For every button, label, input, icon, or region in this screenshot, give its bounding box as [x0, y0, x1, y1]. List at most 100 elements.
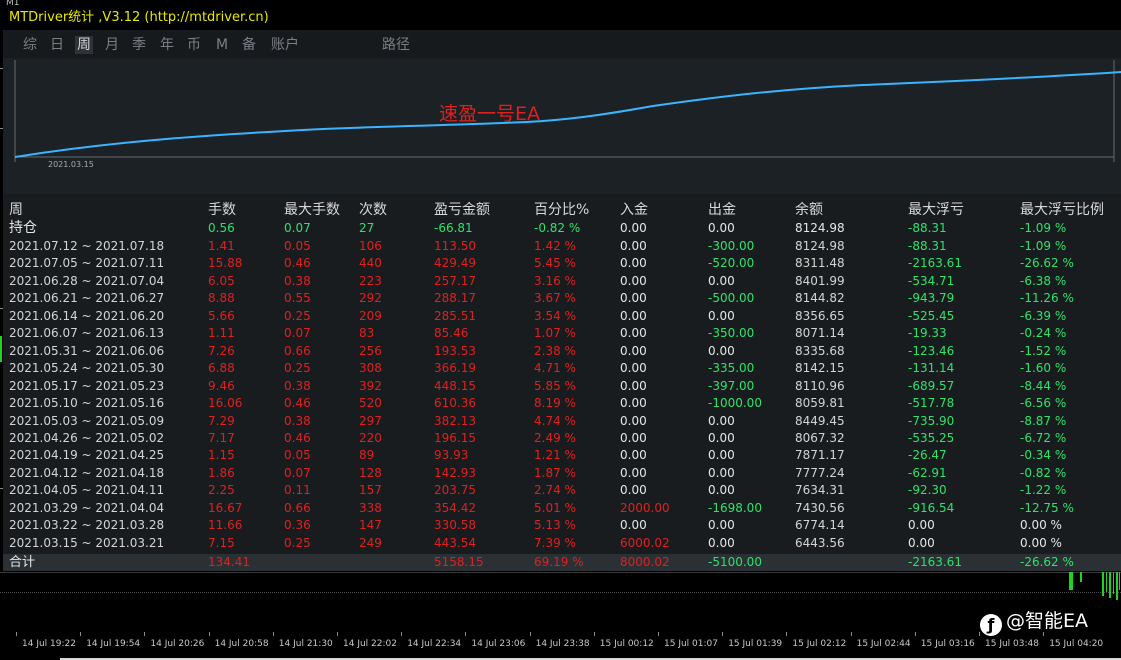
nav-tab[interactable]: 币 [187, 36, 201, 54]
table-cell: -123.46 [908, 343, 955, 358]
table-cell: 0.05 [284, 239, 311, 253]
nav-tab[interactable]: 日 [50, 36, 64, 54]
table-cell: 0.00 [620, 273, 647, 288]
table-cell: 8067.32 [795, 430, 845, 445]
table-row[interactable]: 2021.07.05 ~ 2021.07.11 15.88 0.46 440 429.4… [3, 255, 1121, 272]
indicator-bar [1119, 572, 1120, 590]
table-cell: -26.62 % [1020, 555, 1074, 570]
table-cell: 0.00 [620, 256, 647, 271]
nav-tab[interactable]: 年 [160, 36, 174, 54]
table-header-cell[interactable]: 入金 [620, 202, 648, 219]
table-cell: 2021.03.22 ~ 2021.03.28 [9, 518, 165, 533]
time-tick [401, 632, 403, 636]
table-cell: 134.41 [208, 555, 250, 570]
table-row[interactable]: 2021.05.10 ~ 2021.05.16 16.06 0.46 520 610.3… [3, 395, 1121, 412]
table-cell: -88.31 [908, 239, 947, 253]
table-cell: 2.38 % [534, 343, 576, 358]
table-cell: 4.74 % [534, 413, 576, 428]
table-cell: 7.39 % [534, 535, 576, 550]
table-cell: -62.91 [908, 465, 947, 480]
table-cell: 8311.48 [795, 256, 845, 271]
table-cell: 1.86 [208, 465, 235, 480]
table-cell: 338 [359, 500, 382, 515]
table-cell: 8144.82 [795, 291, 845, 306]
table-header-cell[interactable]: 最大浮亏 [908, 202, 964, 219]
table-cell: 2.25 [208, 483, 235, 498]
equity-chart: 速盈一号EA 2021.03.15 [3, 58, 1121, 194]
table-header-cell[interactable]: 最大手数 [284, 202, 340, 219]
table-cell: 16.67 [208, 500, 243, 515]
table-cell: 0.00 [620, 343, 647, 358]
table-row[interactable]: 2021.04.05 ~ 2021.04.11 2.25 0.11 157 203.75… [3, 482, 1121, 499]
time-tick [658, 632, 659, 636]
time-label: 15 Jul 00:12 [599, 639, 654, 649]
nav-tab[interactable]: 综 [23, 36, 37, 54]
table-cell: 520 [359, 396, 382, 411]
table-cell: 0.00 [708, 535, 735, 550]
table-header-cell[interactable]: 手数 [208, 202, 236, 219]
stats-table: 周 手数 最大手数 次数 盈亏金额 百分比% 入金 出金 余额 最大浮亏 最大浮亏比例 持仓 0.56 0… [3, 194, 1121, 572]
table-cell: 0.00 % [1020, 535, 1062, 550]
nav-tab[interactable]: 备 [242, 36, 256, 54]
table-cell: 2021.05.03 ~ 2021.05.09 [9, 413, 165, 428]
table-row[interactable]: 2021.04.12 ~ 2021.04.18 1.86 0.07 128 142.93… [3, 465, 1121, 482]
table-row[interactable]: 2021.06.21 ~ 2021.06.27 8.88 0.55 292 288.17… [3, 290, 1121, 307]
table-cell: -1.22 % [1020, 483, 1067, 498]
table-cell: 2021.04.19 ~ 2021.04.25 [9, 448, 165, 463]
table-cell: 3.54 % [534, 308, 576, 323]
indicator-bar [1113, 572, 1114, 594]
table-row[interactable]: 2021.05.17 ~ 2021.05.23 9.46 0.38 392 448.15… [3, 378, 1121, 395]
table-row[interactable]: 2021.04.19 ~ 2021.04.25 1.15 0.05 89 93.93 1.… [3, 447, 1121, 464]
table-cell: 5.66 [208, 308, 235, 323]
table-cell: 0.00 [620, 413, 647, 428]
nav-tab[interactable]: 路径 [382, 36, 410, 54]
table-row[interactable]: 2021.05.24 ~ 2021.05.30 6.88 0.25 308 366.19… [3, 360, 1121, 377]
table-cell: 0.25 [284, 361, 311, 376]
table-row[interactable]: 2021.03.15 ~ 2021.03.21 7.15 0.25 249 443.54… [3, 535, 1121, 552]
table-row[interactable]: 2021.03.29 ~ 2021.04.04 16.67 0.66 338 354.4… [3, 500, 1121, 517]
table-row[interactable]: 2021.04.26 ~ 2021.05.02 7.17 0.46 220 196.15… [3, 430, 1121, 447]
table-row[interactable]: 2021.06.28 ~ 2021.07.04 6.05 0.38 223 257.17… [3, 273, 1121, 290]
time-tick [850, 632, 852, 636]
time-tick [914, 632, 916, 636]
table-row[interactable]: 2021.05.03 ~ 2021.05.09 7.29 0.38 297 382.13… [3, 413, 1121, 430]
nav-tab[interactable]: 月 [105, 36, 119, 54]
table-cell: -2163.61 [908, 555, 962, 570]
table-header-cell[interactable]: 余额 [795, 202, 823, 219]
table-cell: 8110.96 [795, 378, 845, 393]
table-cell: 193.53 [434, 343, 476, 358]
table-cell: 0.00 [620, 326, 647, 341]
nav-tab[interactable]: 账户 [271, 36, 299, 54]
table-cell: 157 [359, 483, 382, 498]
table-row[interactable]: 2021.06.14 ~ 2021.06.20 5.66 0.25 209 285.51… [3, 308, 1121, 325]
time-label: 14 Jul 19:54 [86, 639, 141, 649]
table-header-cell[interactable]: 出金 [708, 202, 736, 219]
nav-tab[interactable]: M [216, 36, 228, 54]
holding-row: 持仓 0.56 0.07 27 -66.81 -0.82 % 0.00 0.00 8124.98… [3, 220, 1121, 237]
time-label: 15 Jul 03:48 [985, 639, 1039, 649]
table-header-cell[interactable]: 盈亏金额 [434, 202, 490, 219]
table-cell: -12.75 % [1020, 500, 1074, 515]
time-tick [208, 632, 210, 636]
table-cell: 5.13 % [534, 518, 576, 533]
table-cell: -1.60 % [1020, 361, 1067, 376]
table-cell: 0.46 [284, 430, 311, 445]
strip-top-border [0, 572, 1121, 573]
table-header-cell[interactable]: 百分比% [534, 202, 589, 219]
table-cell: 106 [359, 239, 382, 253]
table-cell: 2021.07.05 ~ 2021.07.11 [9, 256, 165, 271]
table-header-cell[interactable]: 周 [9, 202, 23, 219]
table-header-cell[interactable]: 最大浮亏比例 [1020, 202, 1104, 219]
table-cell: 249 [359, 535, 382, 550]
table-row[interactable]: 2021.06.07 ~ 2021.06.13 1.11 0.07 83 85.46 1.… [3, 325, 1121, 342]
table-row[interactable]: 2021.05.31 ~ 2021.06.06 7.26 0.66 256 193.53… [3, 343, 1121, 360]
nav-tab[interactable]: 季 [132, 36, 146, 54]
table-row[interactable]: 2021.03.22 ~ 2021.03.28 11.66 0.36 147 330.5… [3, 517, 1121, 534]
table-header-cell[interactable]: 次数 [359, 202, 387, 219]
table-cell: 448.15 [434, 378, 476, 393]
table-cell: 0.00 [620, 430, 647, 445]
table-cell: 7.26 [208, 343, 235, 358]
table-row[interactable]: 2021.07.12 ~ 2021.07.18 1.41 0.05 106 113.50… [3, 238, 1121, 255]
nav-tab[interactable]: 周 [75, 36, 93, 54]
table-cell: 2021.05.17 ~ 2021.05.23 [9, 378, 165, 393]
